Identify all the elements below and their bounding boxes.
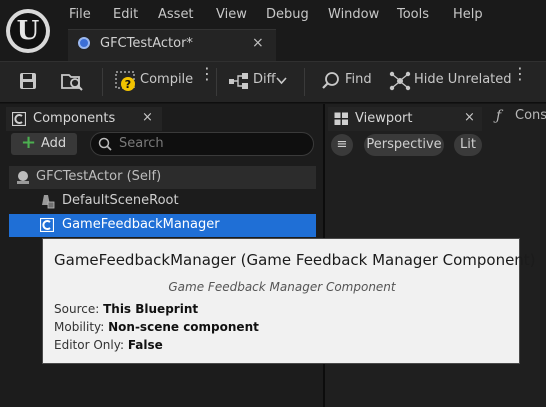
diff-icon[interactable] (228, 72, 250, 90)
tooltip-row-key: Editor Only: (54, 338, 124, 352)
menu-view[interactable]: View (216, 7, 247, 22)
unreal-logo-glyph: U (10, 13, 46, 49)
actor-icon (17, 171, 29, 184)
component-icon (40, 218, 54, 232)
components-tab-icon (12, 112, 26, 126)
toolbar-separator (102, 68, 103, 96)
viewport-icon (334, 112, 348, 125)
add-component-button[interactable]: + Add (11, 132, 77, 155)
close-viewport-tab-icon[interactable]: × (464, 110, 475, 125)
component-tooltip: GameFeedbackManager (Game Feedback Manag… (42, 238, 536, 364)
title-bar: U File Edit Asset View Debug Window Tool… (0, 0, 546, 61)
close-components-tab-icon[interactable]: × (142, 110, 153, 125)
function-icon: ƒ (496, 108, 502, 124)
tooltip-row-value: Non-scene component (108, 320, 259, 334)
perspective-button[interactable]: Perspective (364, 134, 444, 156)
tooltip-subtitle: Game Feedback Manager Component (168, 280, 396, 294)
tree-row-label: GameFeedbackManager (62, 217, 220, 232)
toolbar-separator (216, 68, 217, 96)
tooltip-row: Source: This Blueprint (54, 302, 198, 316)
tooltip-row-value: False (127, 338, 163, 352)
add-component-label: Add (41, 136, 67, 151)
search-input[interactable]: Search (90, 132, 314, 156)
diff-button[interactable]: Diff (253, 72, 276, 87)
toolbar-separator (304, 68, 305, 96)
tab-components[interactable]: Components × (6, 107, 162, 131)
lit-button[interactable]: Lit (454, 134, 482, 156)
menu-window[interactable]: Window (328, 7, 379, 22)
menu-debug[interactable]: Debug (266, 7, 309, 22)
compile-button[interactable]: Compile (140, 72, 193, 87)
tooltip-row-value: This Blueprint (103, 302, 199, 316)
tree-row-label: GFCTestActor (Self) (36, 169, 162, 184)
compile-options-icon[interactable]: ⋮ (199, 66, 215, 82)
tree-row-label: DefaultSceneRoot (62, 193, 179, 208)
browse-icon[interactable] (60, 70, 84, 92)
menu-file[interactable]: File (69, 7, 91, 22)
tree-row[interactable]: GFCTestActor (Self) (9, 166, 316, 189)
document-tab[interactable]: GFCTestActor* × (68, 29, 276, 61)
viewport-menu-button[interactable]: ≡ (331, 134, 353, 156)
tooltip-row-key: Mobility: (54, 320, 105, 334)
hamburger-icon: ≡ (336, 137, 348, 152)
menu-help[interactable]: Help (453, 7, 483, 22)
tooltip-row: Editor Only: False (54, 338, 163, 352)
tree-row-selected[interactable]: GameFeedbackManager (9, 214, 316, 237)
tree-row[interactable]: DefaultSceneRoot (9, 190, 316, 213)
tab-viewport[interactable]: Viewport × (328, 107, 482, 131)
compile-icon[interactable]: ? (114, 69, 138, 93)
search-icon (98, 137, 112, 151)
viewport-tab-label: Viewport (355, 111, 413, 126)
find-icon[interactable] (321, 71, 341, 91)
search-placeholder: Search (119, 136, 164, 151)
menu-tools[interactable]: Tools (397, 7, 429, 22)
close-tab-icon[interactable]: × (252, 35, 264, 51)
more-options-icon[interactable]: ⋮ (512, 66, 528, 82)
document-tab-label: GFCTestActor* (100, 36, 193, 51)
save-icon[interactable] (18, 71, 38, 91)
menu-edit[interactable]: Edit (113, 7, 138, 22)
blueprint-icon (78, 37, 90, 49)
chevron-down-icon[interactable] (276, 77, 287, 85)
hide-unrelated-button[interactable]: Hide Unrelated (414, 72, 512, 87)
tooltip-title: GameFeedbackManager (Game Feedback Manag… (54, 251, 536, 269)
menu-asset[interactable]: Asset (158, 7, 194, 22)
plus-icon: + (21, 132, 37, 153)
tooltip-row-key: Source: (54, 302, 100, 316)
tab-construction-script[interactable]: Const (515, 108, 546, 123)
toolbar: ? Compile ⋮ Diff Find Hide Unrelated ⋮ (0, 61, 546, 103)
svg-text:?: ? (125, 78, 131, 91)
scene-root-icon (42, 195, 55, 209)
components-tab-label: Components (33, 111, 116, 126)
tooltip-row: Mobility: Non-scene component (54, 320, 259, 334)
find-button[interactable]: Find (345, 72, 372, 87)
hide-unrelated-icon[interactable] (388, 70, 412, 92)
